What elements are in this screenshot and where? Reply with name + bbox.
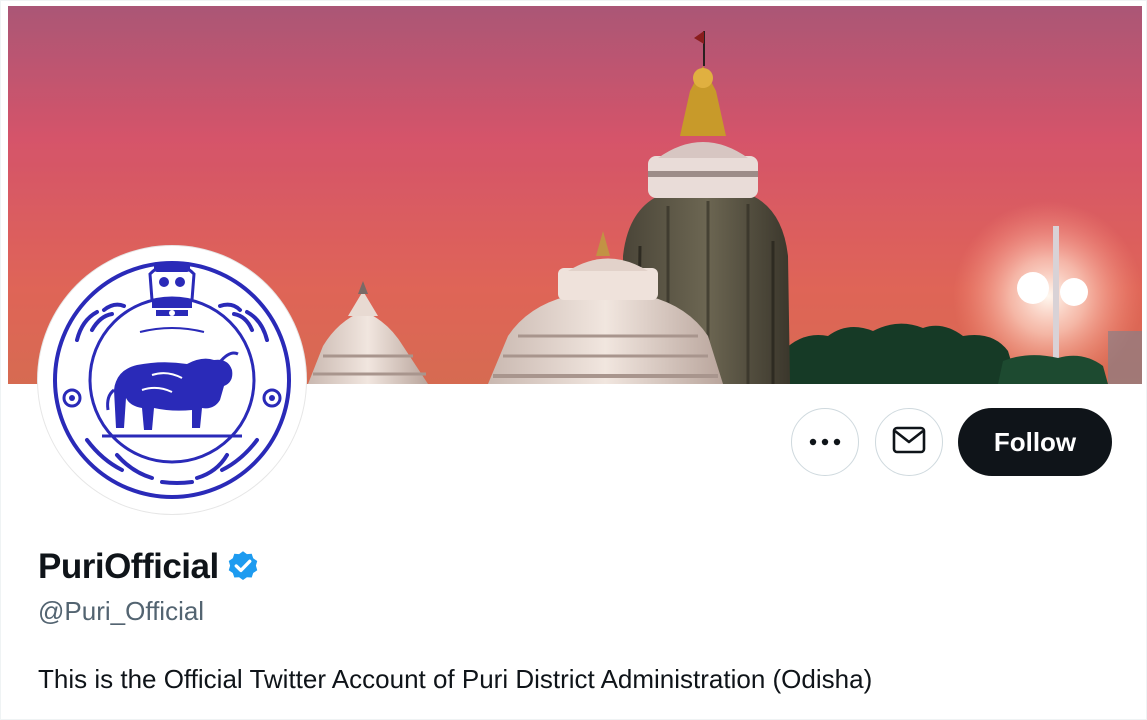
follow-button[interactable]: Follow (958, 408, 1112, 476)
profile-avatar[interactable] (38, 246, 306, 514)
ellipsis-icon (809, 433, 841, 451)
profile-bio: This is the Official Twitter Account of … (38, 664, 873, 694)
profile-page: Follow PuriOfficial @Puri_Official This … (0, 0, 1147, 720)
message-button[interactable] (875, 408, 943, 476)
profile-handle: @Puri_Official (38, 596, 205, 626)
profile-name-row: PuriOfficial (38, 547, 261, 587)
more-options-button[interactable] (791, 408, 859, 476)
display-name: PuriOfficial (38, 547, 219, 586)
envelope-icon (892, 426, 926, 459)
verified-badge-icon[interactable] (225, 549, 261, 585)
